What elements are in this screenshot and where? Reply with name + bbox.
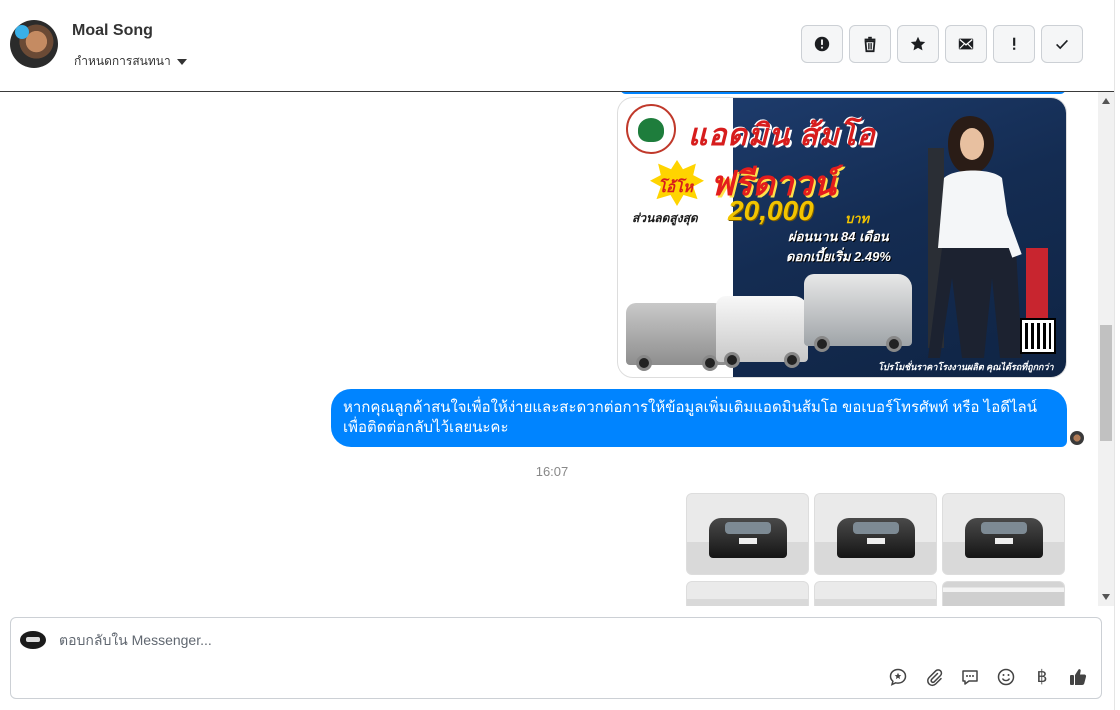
truck-photo[interactable] [814, 493, 937, 575]
saved-reply-icon [889, 668, 907, 686]
assign-conversation-dropdown[interactable]: กำหนดการสนทนา [74, 52, 187, 71]
promo-term: ผ่อนนาน 84 เดือน [788, 229, 889, 244]
scroll-down-icon[interactable] [1102, 594, 1110, 600]
trash-icon [864, 36, 876, 53]
alert-circle-icon [814, 36, 830, 52]
message-list[interactable]: แอดมิน ส้มโอ โอ้โห ฟรีดาวน์ ส่วนลดสูงสุด… [0, 92, 1098, 606]
message-scrollbar[interactable] [1098, 92, 1114, 606]
mark-done-button[interactable] [1041, 25, 1083, 63]
chat-bubble-icon [962, 670, 978, 685]
avatar-badge [15, 25, 29, 39]
like-button[interactable] [1067, 666, 1089, 688]
promo-interest: ดอกเบี้ยเริ่ม 2.49% [786, 249, 891, 264]
chat-extensions-button[interactable] [959, 666, 981, 688]
window-edge [1114, 0, 1120, 710]
sedan-car-image [626, 303, 728, 371]
truck-photo[interactable] [942, 581, 1065, 606]
contact-avatar[interactable] [10, 20, 58, 68]
conversation-header: Moal Song กำหนดการสนทนา [0, 0, 1114, 92]
page-avatar [20, 631, 46, 649]
seen-avatar [1070, 431, 1084, 445]
star-button[interactable] [897, 25, 939, 63]
caret-down-icon [176, 59, 187, 65]
scroll-up-icon[interactable] [1102, 98, 1110, 104]
cargo-truck-image [804, 274, 912, 352]
promo-burst-text: โอ้โห [658, 179, 694, 196]
follow-up-button[interactable] [993, 25, 1035, 63]
like-icon [1070, 669, 1087, 685]
outgoing-message-bubble[interactable]: หากคุณลูกค้าสนใจเพื่อให้ง่ายและสะดวกต่อก… [331, 389, 1067, 447]
attach-file-button[interactable] [923, 666, 945, 688]
pickup-car-image [716, 296, 808, 368]
saved-reply-button[interactable] [887, 666, 909, 688]
star-icon [910, 36, 926, 51]
promo-footnote: โปรโมชั่นราคาโรงงานผลิต คุณได้รถที่ถูกกว… [878, 362, 1054, 372]
promo-discount-value: 20,000 [728, 195, 814, 226]
truck-photo[interactable] [942, 493, 1065, 575]
promo-image-message[interactable]: แอดมิน ส้มโอ โอ้โห ฟรีดาวน์ ส่วนลดสูงสุด… [617, 97, 1067, 378]
delete-button[interactable] [849, 25, 891, 63]
emoji-button[interactable] [995, 666, 1017, 688]
exclamation-icon [1013, 37, 1016, 50]
assign-conversation-label: กำหนดการสนทนา [74, 54, 171, 68]
previous-message-bubble [620, 92, 1066, 94]
contact-name[interactable]: Moal Song [72, 22, 153, 40]
mark-unread-button[interactable] [945, 25, 987, 63]
report-spam-button[interactable] [801, 25, 843, 63]
qr-code [1020, 318, 1056, 354]
scroll-thumb[interactable] [1100, 325, 1112, 441]
payment-button[interactable]: ฿ [1031, 666, 1053, 688]
reply-input[interactable] [59, 630, 1059, 650]
attachment-icon [927, 669, 943, 687]
check-icon [1056, 39, 1068, 50]
truck-photo[interactable] [686, 581, 809, 606]
mail-icon [958, 38, 974, 50]
emoji-icon [997, 668, 1015, 686]
dealer-logo [626, 104, 676, 154]
promo-headline: แอดมิน ส้มโอ [688, 119, 876, 152]
reply-composer: ฿ [10, 617, 1102, 699]
message-timestamp: 16:07 [535, 464, 569, 479]
truck-photo[interactable] [814, 581, 937, 606]
truck-photo[interactable] [686, 493, 809, 575]
composer-tools: ฿ [887, 666, 1089, 688]
baht-icon: ฿ [1036, 667, 1048, 687]
header-actions [801, 25, 1083, 63]
promo-discount-label: ส่วนลดสูงสุด [630, 208, 700, 229]
